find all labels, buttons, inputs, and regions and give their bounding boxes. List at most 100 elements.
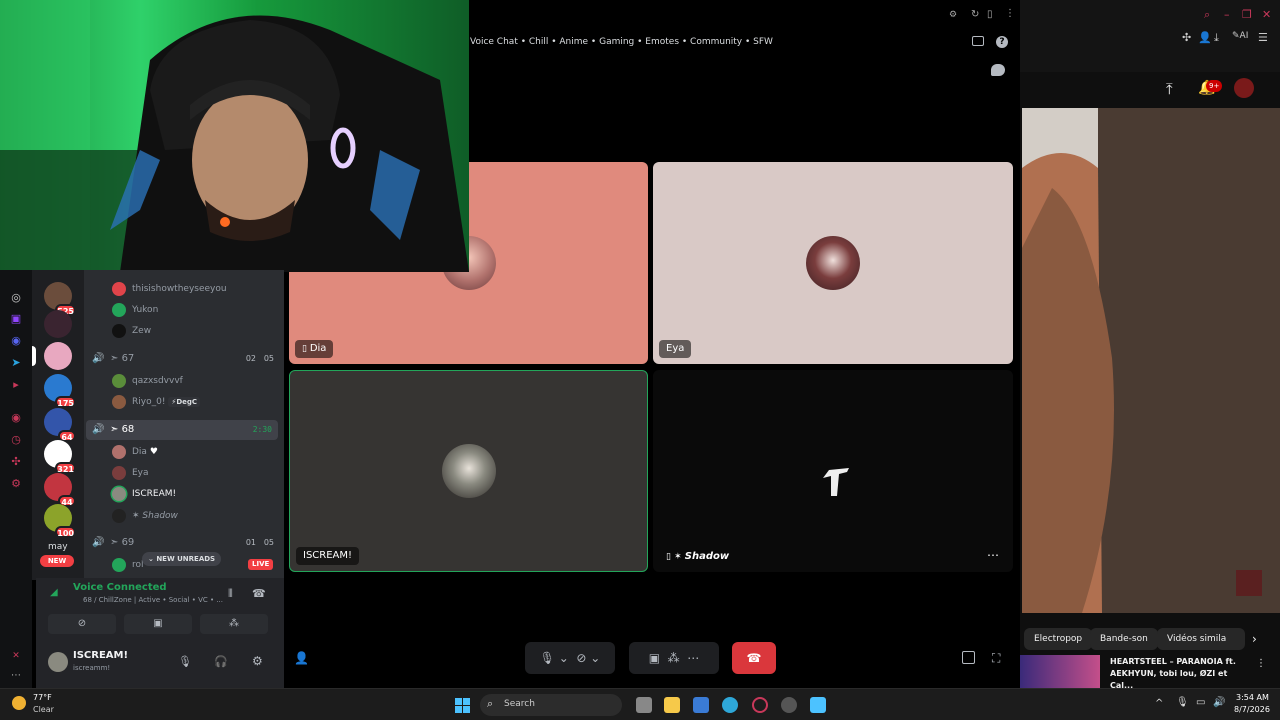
start-button[interactable]: [455, 698, 470, 713]
disconnect-button[interactable]: ☎: [732, 642, 776, 674]
store-icon[interactable]: [693, 697, 709, 713]
avatar[interactable]: [1234, 78, 1254, 98]
new-unreads-pill[interactable]: ⌄ NEW UNREADS: [142, 552, 222, 566]
clock-time[interactable]: 3:54 AM: [1236, 693, 1269, 702]
twitch-icon[interactable]: ▣: [9, 312, 23, 326]
download-icon[interactable]: ⤓: [1214, 31, 1219, 45]
more-icon[interactable]: ⋯: [9, 669, 23, 683]
discord-icon[interactable]: ◉: [9, 334, 23, 348]
history-icon[interactable]: ◷: [9, 433, 23, 447]
chat-icon[interactable]: [991, 64, 1005, 76]
file-explorer-icon[interactable]: [664, 697, 680, 713]
notepad-icon[interactable]: [810, 697, 826, 713]
voice-channel-69[interactable]: 🔊 ➣ 69 01 05: [86, 533, 278, 553]
ai-icon[interactable]: ✎AI: [1232, 31, 1248, 41]
server-icon[interactable]: 175: [44, 374, 76, 408]
question-icon[interactable]: ?: [996, 36, 1008, 48]
member-row[interactable]: Eya: [84, 463, 284, 483]
disconnect-icon[interactable]: ☎: [252, 587, 266, 600]
steam-icon[interactable]: [781, 697, 797, 713]
chip-electropop[interactable]: Electropop: [1024, 628, 1093, 650]
telegram-icon[interactable]: ➤: [9, 356, 23, 370]
chevron-up-icon[interactable]: ^: [1155, 698, 1163, 709]
mic-button[interactable]: 🎙 ⌄ ⊘ ⌄: [525, 642, 615, 674]
close-sidebar-icon[interactable]: ✕: [9, 649, 23, 663]
voice-channel-67[interactable]: 🔊 ➣ 67 02 05: [86, 349, 278, 369]
inbox-icon[interactable]: [972, 36, 984, 46]
search-icon[interactable]: ⌕: [1204, 8, 1210, 22]
close-icon[interactable]: ✕: [1262, 8, 1271, 21]
participant-tile-eya[interactable]: Eya: [653, 162, 1013, 364]
member-row[interactable]: ✶ Shadow: [84, 506, 284, 526]
member-row[interactable]: Dia ♥: [84, 442, 284, 462]
activity-button[interactable]: ▣ ⁂ ⋯: [629, 642, 719, 674]
video-player[interactable]: [1022, 108, 1280, 613]
search-box[interactable]: ⌕ Search: [480, 694, 622, 716]
maximize-icon[interactable]: ❐: [1242, 8, 1252, 21]
profile-icon[interactable]: 👤: [1198, 31, 1212, 44]
player-icon[interactable]: ◉: [9, 411, 23, 425]
camera-off-icon[interactable]: ⊘: [576, 651, 586, 665]
camera-button[interactable]: ⊘: [48, 614, 116, 634]
video-thumbnail[interactable]: [1020, 655, 1100, 688]
video-title[interactable]: HEARTSTEEL – PARANOIA ft. AEKHYUN, tobi …: [1110, 656, 1250, 692]
server-icon[interactable]: 525: [44, 282, 76, 316]
server-icon-active[interactable]: [32, 342, 72, 370]
invite-icon[interactable]: 👤: [294, 651, 309, 665]
headphones-icon[interactable]: 🎧: [214, 655, 228, 668]
mic-icon[interactable]: 🎙: [178, 655, 192, 668]
noise-suppression-icon[interactable]: ⦀: [228, 587, 233, 601]
edge-icon[interactable]: [722, 697, 738, 713]
more-icon[interactable]: ⋮: [1005, 8, 1015, 19]
volume-icon[interactable]: 🔊: [1213, 697, 1225, 708]
server-icon[interactable]: 100: [44, 504, 76, 538]
task-view-icon[interactable]: [636, 697, 652, 713]
chip-similar-videos[interactable]: Vidéos simila: [1157, 628, 1245, 650]
settings-icon[interactable]: ⚙: [9, 477, 23, 491]
fullscreen-icon[interactable]: ⛶: [992, 651, 1000, 666]
participant-tile-iscream[interactable]: ISCREAM!: [289, 370, 648, 572]
extensions-icon[interactable]: ✣: [9, 455, 23, 469]
settings-icon[interactable]: ⚙: [252, 654, 263, 668]
opera-gx-icon[interactable]: [752, 697, 768, 713]
menu-icon[interactable]: ☰: [1258, 31, 1268, 44]
server-icon[interactable]: 44: [44, 473, 76, 507]
member-row[interactable]: ISCREAM!: [84, 484, 284, 504]
chip-bande-son[interactable]: Bande-son: [1090, 628, 1158, 650]
participant-tile-shadow[interactable]: ▯ ✶ Shadow ⋯: [653, 370, 1013, 572]
youtube-icon[interactable]: ▸: [9, 378, 23, 392]
voice-channel-path[interactable]: 68 / ChillZone | Active • Social • VC • …: [83, 596, 223, 604]
voice-status[interactable]: Voice Connected: [73, 582, 167, 593]
refresh-icon[interactable]: ↻: [971, 9, 979, 20]
activities-button[interactable]: ⁂: [200, 614, 268, 634]
server-icon[interactable]: 64: [44, 408, 76, 442]
upload-icon[interactable]: ⤒: [1166, 80, 1173, 98]
mic-tray-icon[interactable]: 🎙: [1176, 697, 1189, 708]
extension-icon[interactable]: ✣: [1182, 31, 1191, 44]
member-row[interactable]: qazxsdvvvf: [84, 371, 284, 391]
chevron-right-icon[interactable]: ›: [1252, 632, 1257, 646]
screenshare-button[interactable]: ▣: [124, 614, 192, 634]
voice-channel-68[interactable]: 🔊 ➣ 68 2:30: [86, 420, 278, 440]
avatar[interactable]: [48, 652, 68, 672]
more-options-icon[interactable]: ⋯: [987, 548, 999, 562]
member-row[interactable]: Zew: [84, 321, 284, 341]
chatgpt-icon[interactable]: ◎: [9, 291, 23, 305]
help-icon[interactable]: ⚙: [949, 10, 957, 20]
weather-temp[interactable]: 77°F: [33, 693, 52, 702]
member-row[interactable]: Yukon: [84, 300, 284, 320]
more-options-icon[interactable]: ⋮: [1256, 658, 1266, 669]
minimize-icon[interactable]: –: [1224, 8, 1230, 21]
clock-date[interactable]: 8/7/2026: [1234, 705, 1270, 714]
popout-icon[interactable]: [962, 651, 975, 664]
weather-icon[interactable]: [12, 696, 26, 710]
pin-icon[interactable]: ▯: [987, 9, 993, 20]
server-label-may[interactable]: may: [48, 542, 68, 552]
server-icon[interactable]: 321: [44, 440, 76, 474]
server-icon[interactable]: [44, 310, 72, 338]
search-icon: ⌕: [487, 697, 494, 710]
member-row[interactable]: thisishowtheyseeyou: [84, 279, 284, 299]
network-icon[interactable]: ▭: [1196, 697, 1205, 708]
live-badge: LIVE: [248, 559, 274, 570]
member-row[interactable]: Riyo_0! ⚡DegC: [84, 392, 284, 412]
